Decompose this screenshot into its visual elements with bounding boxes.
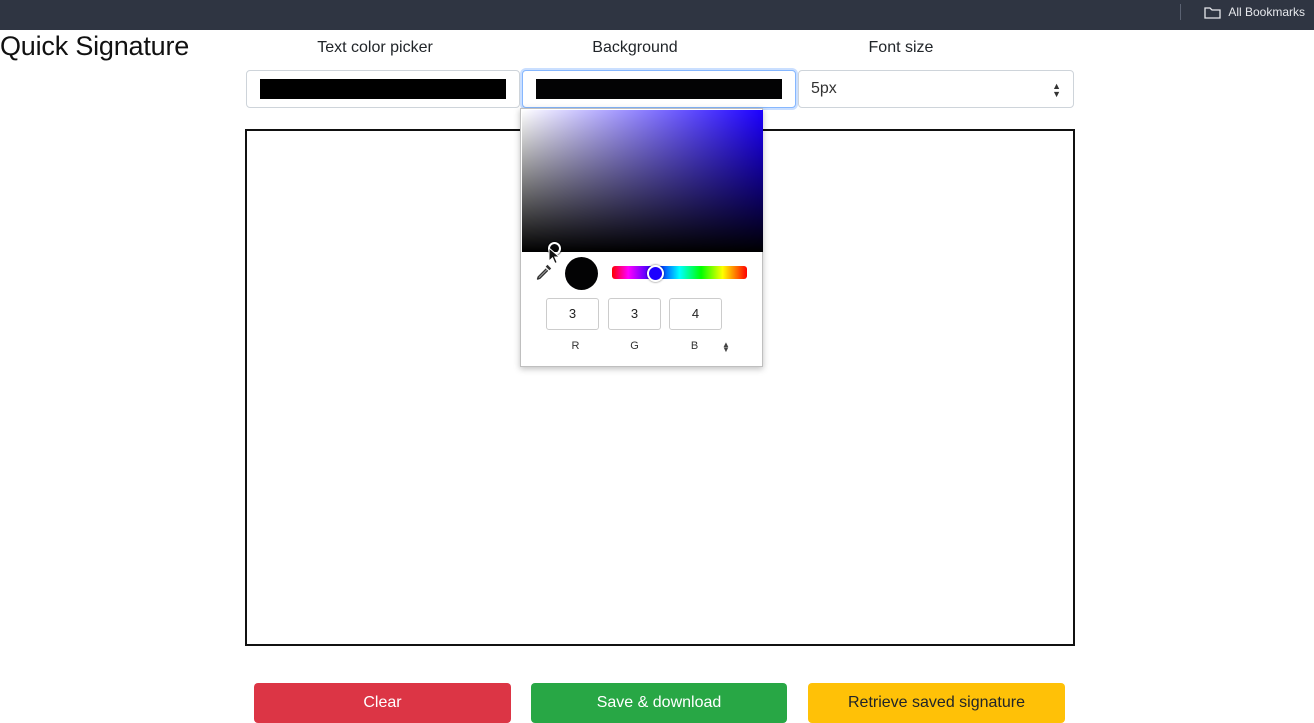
mouse-pointer-icon [548,246,562,270]
up-down-arrows-icon[interactable]: ▲ ▼ [722,341,730,354]
browser-bookmarks-bar: All Bookmarks [0,0,1314,30]
text-color-label: Text color picker [317,39,433,56]
b-label: B [690,340,699,352]
font-size-value: 5px [811,80,837,97]
folder-icon [1204,6,1221,19]
color-picker-popup: 3 3 4 R G B ▲ ▼ [520,108,763,367]
bookmarks-divider [1180,4,1181,20]
save-download-button[interactable]: Save & download [531,683,787,723]
hue-slider-thumb[interactable] [647,265,664,282]
b-input[interactable]: 4 [669,298,722,330]
all-bookmarks-label: All Bookmarks [1228,5,1305,19]
select-arrows-icon: ▲ ▼ [1052,81,1061,99]
background-color-input[interactable] [522,70,796,108]
background-label: Background [592,39,678,56]
hue-slider[interactable] [612,266,747,279]
all-bookmarks-button[interactable]: All Bookmarks [1204,4,1305,20]
r-input[interactable]: 3 [546,298,599,330]
font-size-label: Font size [868,39,934,56]
color-preview-swatch [565,257,598,290]
page-title: Quick Signature [0,31,190,61]
r-label: R [571,340,580,352]
text-color-input[interactable] [246,70,520,108]
background-color-swatch [536,79,782,99]
g-input[interactable]: 3 [608,298,661,330]
retrieve-signature-button[interactable]: Retrieve saved signature [808,683,1065,723]
g-label: G [630,340,639,352]
clear-button[interactable]: Clear [254,683,511,723]
saturation-value-area[interactable] [522,110,763,255]
font-size-select[interactable]: 5px ▲ ▼ [798,70,1074,108]
text-color-swatch [260,79,506,99]
